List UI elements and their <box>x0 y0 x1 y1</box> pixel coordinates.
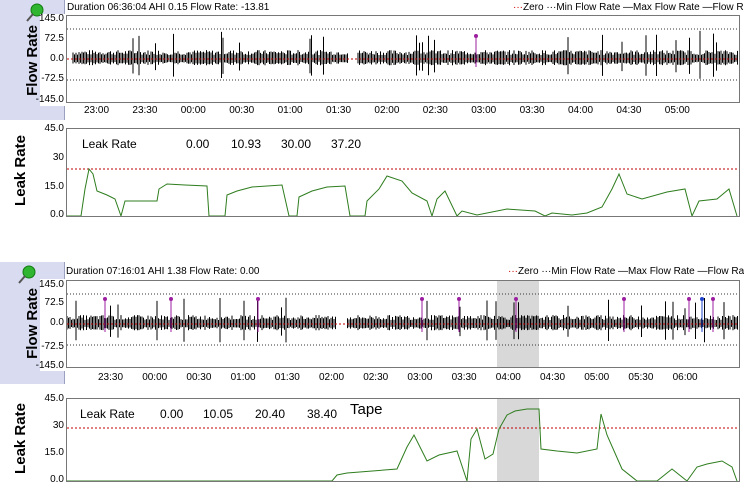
session1-leak-axis-title: Leak Rate <box>11 134 29 206</box>
y-tick: 30 <box>52 152 64 163</box>
x-tick-label: 02:30 <box>422 105 448 116</box>
event-marker-dot <box>474 34 478 38</box>
x-tick-label: 02:30 <box>363 372 389 383</box>
session2-flow-axis-title: Flow Rate <box>23 287 41 359</box>
x-tick-label: 04:00 <box>568 105 594 116</box>
session2-leak-table: Leak Rate 0.00 10.05 20.40 38.40 <box>80 407 338 421</box>
x-tick-label: 23:30 <box>98 372 124 383</box>
session1-header: Duration 06:36:04 AHI 0.15 Flow Rate: -1… <box>67 2 270 13</box>
x-tick-label: 01:30 <box>274 372 300 383</box>
session1-flow-panel: Flow Rate Duration 06:36:04 AHI 0.15 Flo… <box>0 0 744 120</box>
event-marker-dot <box>622 297 626 301</box>
x-tick-label: 23:30 <box>132 105 158 116</box>
y-tick: 45.0 <box>44 123 64 134</box>
x-tick-label: 06:00 <box>672 372 698 383</box>
y-tick: 145.0 <box>38 13 64 24</box>
event-marker-dot <box>687 297 691 301</box>
y-tick: 145.0 <box>38 279 64 290</box>
event-marker-dot <box>103 297 107 301</box>
y-tick: 30 <box>52 420 64 431</box>
y-tick: 0.0 <box>50 317 64 328</box>
x-tick-label: 00:30 <box>229 105 255 116</box>
event-marker-dot <box>711 297 715 301</box>
highlight-region <box>497 399 539 491</box>
event-marker-dot <box>514 297 518 301</box>
x-tick-label: 01:00 <box>277 105 303 116</box>
tape-annotation: Tape <box>350 401 383 418</box>
x-tick-label: 02:00 <box>374 105 400 116</box>
y-tick: -145.0 <box>35 94 64 105</box>
x-tick-label: 02:00 <box>319 372 345 383</box>
x-tick-label: 05:30 <box>628 372 654 383</box>
x-tick-label: 04:00 <box>495 372 521 383</box>
session2-flow-panel: Flow Rate Duration 07:16:01 AHI 1.38 Flo… <box>0 262 744 384</box>
session1-flow-axis-title: Flow Rate <box>23 24 41 96</box>
y-tick: -72.5 <box>41 341 64 352</box>
session2-flow-plot[interactable] <box>66 280 740 368</box>
x-tick-label: 03:30 <box>451 372 477 383</box>
x-tick-label: 00:00 <box>180 105 206 116</box>
x-tick-label: 05:00 <box>584 372 610 383</box>
session2-leak-label-box: Leak Rate <box>0 386 40 491</box>
leak-line <box>67 167 738 218</box>
session1-flow-plot[interactable] <box>66 15 740 103</box>
y-tick: 0.0 <box>50 209 64 220</box>
y-tick: 0.0 <box>50 474 64 485</box>
x-tick-label: 04:30 <box>540 372 566 383</box>
session1-leak-panel: Leak Rate 45.0 30 15.0 0.0 Leak Rate 0.00… <box>0 121 744 220</box>
y-tick: 15.0 <box>44 447 64 458</box>
flow-waveform <box>66 297 738 343</box>
x-tick-label: 04:30 <box>616 105 642 116</box>
x-tick-label: 05:00 <box>664 105 690 116</box>
session2-leak-axis-title: Leak Rate <box>11 403 29 474</box>
y-tick: 72.5 <box>44 33 64 44</box>
y-tick: -72.5 <box>41 73 64 84</box>
x-tick-label: 01:00 <box>230 372 256 383</box>
y-tick: 72.5 <box>44 297 64 308</box>
event-marker-dot <box>700 297 704 301</box>
pushpin-icon[interactable] <box>16 264 38 286</box>
event-marker-dot <box>169 297 173 301</box>
x-tick-label: 03:30 <box>519 105 545 116</box>
x-tick-label: 00:00 <box>142 372 168 383</box>
session1-leak-table: Leak Rate 0.00 10.93 30.00 37.20 <box>82 137 362 151</box>
event-marker-dot <box>420 297 424 301</box>
x-tick-label: 00:30 <box>186 372 212 383</box>
y-tick: 0.0 <box>50 53 64 64</box>
session2-header: Duration 07:16:01 AHI 1.38 Flow Rate: 0.… <box>66 266 260 277</box>
x-tick-label: 23:00 <box>84 105 110 116</box>
event-marker-dot <box>457 297 461 301</box>
session1-legend: ···Zero ···Min Flow Rate —Max Flow Rate … <box>513 2 744 13</box>
session2-leak-panel: Leak Rate 45.0 30 15.0 0.0 Leak Rate 0.00… <box>0 386 744 491</box>
session2-legend: ···Zero ···Min Flow Rate —Max Flow Rate … <box>508 266 744 277</box>
flow-waveform <box>72 30 738 79</box>
session1-leak-label-box: Leak Rate <box>0 121 40 219</box>
x-tick-label: 03:00 <box>471 105 497 116</box>
x-tick-label: 03:00 <box>407 372 433 383</box>
event-marker-dot <box>256 297 260 301</box>
y-tick: 15.0 <box>44 181 64 192</box>
x-tick-label: 01:30 <box>326 105 352 116</box>
y-tick: 45.0 <box>44 393 64 404</box>
y-tick: -145.0 <box>35 360 64 371</box>
